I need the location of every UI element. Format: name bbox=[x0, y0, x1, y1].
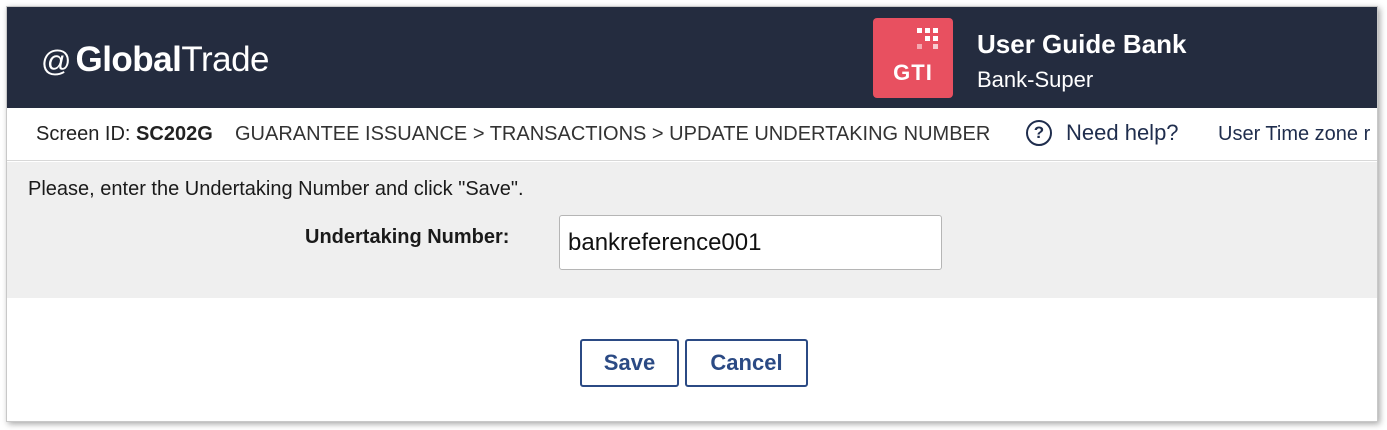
undertaking-number-label: Undertaking Number: bbox=[305, 226, 510, 248]
breadcrumb-bar: Screen ID: SC202G GUARANTEE ISSUANCE > T… bbox=[7, 108, 1377, 161]
screen-id: Screen ID: SC202G bbox=[36, 123, 213, 146]
save-button[interactable]: Save bbox=[580, 339, 679, 387]
screen-id-value: SC202G bbox=[136, 123, 213, 145]
gti-badge-text: GTI bbox=[893, 60, 933, 85]
help-label[interactable]: Need help? bbox=[1066, 120, 1179, 146]
logo-global-text: Global bbox=[75, 40, 182, 79]
app-window: @ Global Trade GTI User Guide Bank Bank-… bbox=[6, 6, 1378, 422]
undertaking-number-input[interactable] bbox=[559, 215, 942, 270]
gti-badge-icon: GTI bbox=[873, 18, 953, 98]
user-timezone: User Time zone r bbox=[1218, 123, 1371, 145]
bank-name: User Guide Bank bbox=[977, 29, 1187, 59]
form-instruction: Please, enter the Undertaking Number and… bbox=[28, 178, 524, 200]
help-link[interactable]: ? Need help? bbox=[1026, 120, 1179, 146]
user-role: Bank-Super bbox=[977, 67, 1094, 92]
logo-at-symbol: @ bbox=[41, 45, 72, 78]
app-header: @ Global Trade GTI User Guide Bank Bank-… bbox=[7, 7, 1377, 108]
logo-trade-text: Trade bbox=[181, 40, 270, 79]
cancel-button[interactable]: Cancel bbox=[685, 339, 808, 387]
question-circle-icon[interactable]: ? bbox=[1026, 120, 1052, 146]
breadcrumb: GUARANTEE ISSUANCE > TRANSACTIONS > UPDA… bbox=[235, 123, 991, 145]
globaltrade-logo[interactable]: @ Global Trade bbox=[41, 40, 270, 80]
screen-id-label: Screen ID: bbox=[36, 123, 131, 145]
form-panel: Please, enter the Undertaking Number and… bbox=[7, 162, 1377, 298]
